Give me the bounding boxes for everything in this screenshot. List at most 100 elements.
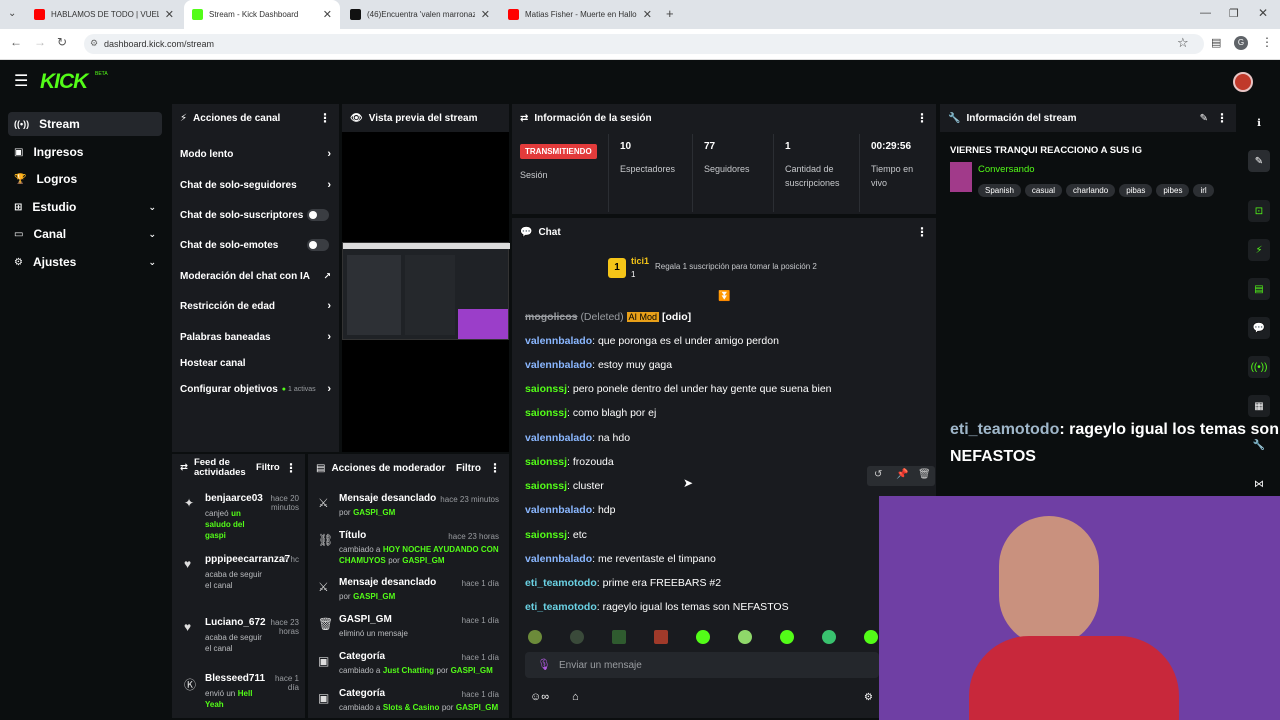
category-name[interactable]: Conversando: [978, 164, 1035, 175]
chat-username[interactable]: valennbalado: [525, 432, 592, 444]
sidebar-item-stream[interactable]: ((•)) Stream: [8, 112, 162, 136]
close-window-icon[interactable]: ✕: [1258, 6, 1268, 20]
mod-action-user[interactable]: GASPI_GM: [451, 666, 493, 675]
share-icon[interactable]: ⋈: [1248, 473, 1270, 495]
mod-action-user[interactable]: GASPI_GM: [353, 592, 395, 601]
chat-username[interactable]: valennbalado: [525, 359, 592, 371]
pinned-user[interactable]: tici1: [631, 256, 649, 266]
emote-7-icon[interactable]: [780, 630, 794, 644]
emote-6-icon[interactable]: [738, 630, 752, 644]
browser-tab-2-active[interactable]: Stream - Kick Dashboard ✕: [184, 0, 340, 29]
delete-icon[interactable]: 🗑: [918, 469, 931, 480]
url-field[interactable]: ⚙ dashboard.kick.com/stream: [84, 34, 1204, 54]
lightning-icon[interactable]: ⚡: [1248, 239, 1270, 261]
more-options-icon[interactable]: ⋮: [319, 111, 331, 125]
layout-icon[interactable]: ▦: [1248, 395, 1270, 417]
chat-username[interactable]: saionssj: [525, 407, 567, 419]
site-info-icon[interactable]: ⚙: [90, 38, 98, 49]
kick-logo[interactable]: KICK: [40, 70, 88, 94]
chat-username[interactable]: eti_teamotodo: [525, 577, 597, 589]
sidebar-item-estudio[interactable]: ⊞ Estudio ⌄: [8, 195, 162, 219]
more-options-icon[interactable]: ⋮: [285, 462, 297, 474]
reply-icon[interactable]: ↺: [874, 469, 882, 480]
chat-username[interactable]: saionssj: [525, 480, 567, 492]
emote-4-icon[interactable]: [654, 630, 668, 644]
age-restriction-row[interactable]: Restricción de edad ›: [180, 296, 331, 316]
scroll-chevron-icon[interactable]: ⏬: [718, 291, 730, 302]
mic-icon[interactable]: 🎙: [537, 658, 551, 671]
sidebar-item-ingresos[interactable]: ▣ Ingresos: [8, 140, 162, 164]
chat-input[interactable]: 🎙 Enviar un mensaje: [525, 652, 879, 678]
preview-video[interactable]: [342, 242, 510, 340]
browser-tab-3[interactable]: (46)Encuentra 'valen marronaz ✕: [342, 0, 498, 29]
close-tab-icon[interactable]: ✕: [481, 8, 490, 21]
emote-8-icon[interactable]: [822, 630, 836, 644]
followers-only-row[interactable]: Chat de solo-seguidores ›: [180, 175, 331, 195]
bookmark-star-icon[interactable]: ☆: [1177, 35, 1189, 51]
activity-filter-button[interactable]: Filtro: [256, 463, 280, 473]
minimize-icon[interactable]: —: [1200, 7, 1211, 19]
emote-5-icon[interactable]: [696, 630, 710, 644]
user-avatar[interactable]: [1233, 72, 1253, 92]
close-tab-icon[interactable]: ✕: [643, 8, 652, 21]
sidebar-item-canal[interactable]: ▭ Canal ⌄: [8, 222, 162, 246]
sidebar-item-ajustes[interactable]: ⚙ Ajustes ⌄: [8, 250, 162, 274]
chat-username[interactable]: valennbalado: [525, 504, 592, 516]
emote-3-icon[interactable]: [612, 630, 626, 644]
pin-icon[interactable]: 📌: [896, 469, 908, 480]
emote-2-icon[interactable]: [570, 630, 584, 644]
browser-menu-icon[interactable]: ⋮: [1261, 35, 1273, 49]
store-icon[interactable]: ⌂: [572, 691, 579, 703]
more-options-icon[interactable]: ⋮: [489, 461, 501, 475]
goals-row[interactable]: Configurar objetivos ● 1 activas ›: [180, 379, 331, 399]
slow-mode-row[interactable]: Modo lento ›: [180, 144, 331, 164]
emote-1-icon[interactable]: [528, 630, 542, 644]
close-tab-icon[interactable]: ✕: [323, 8, 332, 21]
ai-moderation-row[interactable]: Moderación del chat con IA ↗: [180, 266, 331, 286]
chat-username[interactable]: saionssj: [525, 529, 567, 541]
edit-icon[interactable]: ✎: [1200, 113, 1208, 124]
more-options-icon[interactable]: ⋮: [1216, 111, 1228, 125]
back-icon[interactable]: ←: [10, 35, 22, 49]
mod-action-user[interactable]: GASPI_GM: [456, 703, 498, 712]
emote-9-icon[interactable]: [864, 630, 878, 644]
banned-words-row[interactable]: Palabras baneadas ›: [180, 327, 331, 347]
reload-icon[interactable]: ↻: [57, 35, 67, 49]
chat-settings-icon[interactable]: ⚙: [864, 692, 873, 703]
mod-action-user[interactable]: GASPI_GM: [402, 556, 444, 565]
emote-picker-icon[interactable]: ☺∞: [530, 691, 549, 703]
tab-search-icon[interactable]: ⌄: [8, 8, 16, 19]
browser-tab-4[interactable]: Matias Fisher - Muerte en Hallo ✕: [500, 0, 660, 29]
host-channel-row[interactable]: Hostear canal: [180, 353, 331, 373]
chat-username[interactable]: valennbalado: [525, 335, 592, 347]
more-options-icon[interactable]: ⋮: [916, 111, 928, 125]
emotes-only-toggle[interactable]: [307, 239, 329, 251]
mod-action-user[interactable]: GASPI_GM: [353, 508, 395, 517]
hamburger-menu-icon[interactable]: ☰: [14, 71, 28, 91]
message-actions-toolbar: ↺ 📌 🗑: [867, 466, 935, 486]
tools-icon[interactable]: 🔧: [1248, 434, 1270, 456]
restore-icon[interactable]: ❐: [1229, 7, 1239, 20]
close-tab-icon[interactable]: ✕: [165, 8, 174, 21]
extensions-icon[interactable]: ▤: [1211, 36, 1221, 49]
chat-icon[interactable]: 💬: [1248, 317, 1270, 339]
gift-sub-text[interactable]: Regala 1 suscripción para tomar la posic…: [655, 262, 817, 271]
document-icon[interactable]: ▤: [1248, 278, 1270, 300]
mod-filter-button[interactable]: Filtro: [456, 463, 481, 474]
subscribers-only-toggle[interactable]: [307, 209, 329, 221]
more-options-icon[interactable]: ⋮: [916, 225, 928, 239]
chat-username[interactable]: saionssj: [525, 383, 567, 395]
profile-avatar[interactable]: G: [1234, 36, 1248, 50]
pen-icon[interactable]: ✎: [1248, 150, 1270, 172]
sidebar-item-logros[interactable]: 🏆 Logros: [8, 167, 162, 191]
broadcast-icon[interactable]: ((•)): [1248, 356, 1270, 378]
info-icon[interactable]: ℹ: [1248, 112, 1270, 134]
chat-username[interactable]: eti_teamotodo: [525, 601, 597, 613]
chat-username[interactable]: saionssj: [525, 456, 567, 468]
forward-icon[interactable]: →: [34, 35, 46, 49]
chat-username[interactable]: valennbalado: [525, 553, 592, 565]
chat-message: valennbalado: hdp: [525, 504, 616, 516]
new-tab-icon[interactable]: +: [666, 6, 674, 21]
screen-icon[interactable]: ⊡: [1248, 200, 1270, 222]
browser-tab-1[interactable]: HABLAMOS DE TODO | VUELTA ✕: [26, 0, 182, 29]
